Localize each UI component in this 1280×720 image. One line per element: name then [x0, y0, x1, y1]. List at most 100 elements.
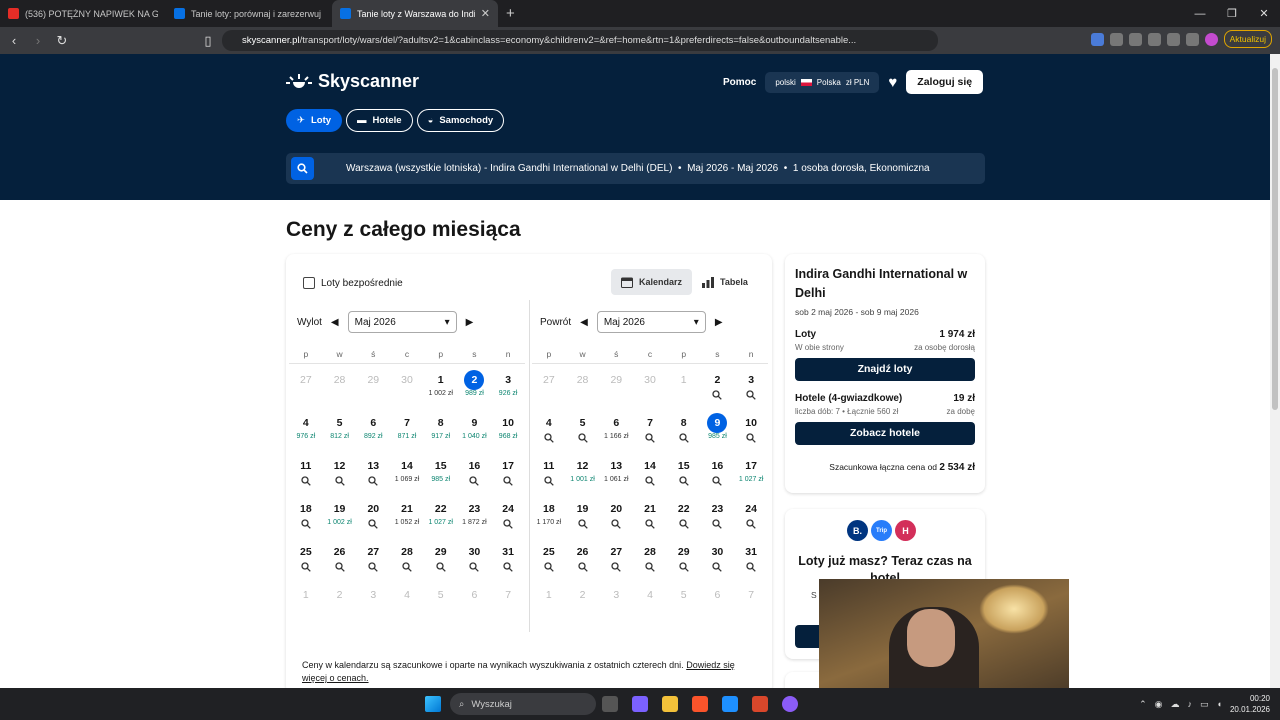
calendar-day[interactable]: 18 [289, 493, 323, 536]
calendar-day[interactable]: 22 [667, 493, 701, 536]
back-icon[interactable]: ‹ [4, 33, 24, 48]
prev-month-icon[interactable]: ◀ [580, 317, 588, 328]
monitor-icon[interactable]: ▭ [1200, 699, 1209, 710]
bookmark-icon[interactable]: ▯ [198, 33, 218, 49]
calendar-day[interactable]: 3 926 zł [491, 364, 525, 407]
table-view-button[interactable]: Tabela [692, 269, 758, 295]
nav-cars[interactable]: ◒ Samochody [416, 109, 505, 132]
calendar-day-selected[interactable]: 9 985 zł [701, 407, 735, 450]
minimize-icon[interactable]: — [1184, 8, 1216, 20]
prev-month-icon[interactable]: ◀ [331, 317, 339, 328]
calendar-day[interactable]: 25 [289, 536, 323, 579]
page-scrollbar[interactable] [1270, 54, 1280, 688]
direct-flights-filter[interactable]: Loty bezpośrednie [303, 277, 403, 289]
calendar-day[interactable]: 23 1 872 zł [458, 493, 492, 536]
calendar-day[interactable]: 20 [599, 493, 633, 536]
locale-selector[interactable]: polski Polska zł PLN [765, 71, 880, 93]
search-button[interactable] [291, 157, 314, 180]
direct-flights-checkbox[interactable] [303, 277, 315, 289]
calendar-view-button[interactable]: Kalendarz [611, 269, 693, 295]
calendar-day[interactable]: 17 [491, 450, 525, 493]
help-link[interactable]: Pomoc [723, 77, 756, 88]
scrollbar-thumb[interactable] [1272, 68, 1278, 410]
task-view-icon[interactable] [602, 696, 618, 712]
new-tab-button[interactable]: + [506, 5, 515, 22]
calendar-day[interactable]: 18 1 170 zł [532, 493, 566, 536]
calendar-day[interactable]: 5 [566, 407, 600, 450]
see-hotels-button[interactable]: Zobacz hotele [795, 422, 975, 445]
puzzle-icon[interactable] [1109, 32, 1123, 46]
file-explorer-icon[interactable] [662, 696, 678, 712]
calendar-day[interactable]: 21 [633, 493, 667, 536]
reload-icon[interactable]: ↻ [52, 33, 72, 49]
sidebar-icon[interactable] [1147, 32, 1161, 46]
next-month-icon[interactable]: ▶ [715, 317, 723, 328]
windows-start-icon[interactable] [425, 696, 441, 712]
calendar-day[interactable]: 4 976 zł [289, 407, 323, 450]
calendar-day[interactable]: 23 [701, 493, 735, 536]
calendar-day[interactable]: 16 [701, 450, 735, 493]
close-window-icon[interactable]: ✕ [1248, 7, 1280, 20]
extension-icon[interactable] [1090, 32, 1104, 46]
wallet-icon[interactable] [1166, 32, 1180, 46]
calendar-day[interactable]: 8 917 zł [424, 407, 458, 450]
browser-tab[interactable]: Tanie loty: porównaj i zarezerwuj bile [166, 0, 332, 27]
calendar-day[interactable]: 4 [532, 407, 566, 450]
calendar-day[interactable]: 3 [734, 364, 768, 407]
microphone-icon[interactable]: ♪ [1188, 699, 1193, 709]
calendar-day[interactable]: 15 [667, 450, 701, 493]
update-button[interactable]: Aktualizuj [1223, 30, 1272, 48]
browser-active-icon[interactable] [752, 696, 768, 712]
profile-icon[interactable] [1204, 32, 1218, 46]
nav-hotels[interactable]: ▬ Hotele [346, 109, 413, 132]
calendar-day[interactable]: 12 [323, 450, 357, 493]
calendar-day[interactable]: 6 1 166 zł [599, 407, 633, 450]
calendar-day[interactable]: 28 [390, 536, 424, 579]
calendar-day[interactable]: 31 [491, 536, 525, 579]
calendar-day[interactable]: 29 [424, 536, 458, 579]
calendar-day[interactable]: 17 1 027 zł [734, 450, 768, 493]
copilot-icon[interactable] [632, 696, 648, 712]
calendar-day[interactable]: 25 [532, 536, 566, 579]
messenger-icon[interactable] [782, 696, 798, 712]
taskbar-search[interactable]: ⌕ Wyszukaj [450, 693, 596, 715]
return-month-select[interactable]: Maj 2026 ▾ [596, 311, 706, 333]
heart-icon[interactable]: ♥ [888, 74, 897, 91]
calendar-day[interactable]: 26 [566, 536, 600, 579]
calendar-day[interactable]: 19 1 002 zł [323, 493, 357, 536]
nav-flights[interactable]: ✈ Loty [286, 109, 343, 132]
forward-icon[interactable]: › [28, 33, 48, 48]
calendar-day[interactable]: 2 [701, 364, 735, 407]
search-summary-bar[interactable]: Warszawa (wszystkie lotniska) - Indira G… [286, 153, 985, 184]
calendar-day[interactable]: 9 1 040 zł [458, 407, 492, 450]
calendar-day[interactable]: 12 1 001 zł [566, 450, 600, 493]
close-tab-icon[interactable]: ✕ [481, 7, 490, 20]
calendar-day[interactable]: 15 985 zł [424, 450, 458, 493]
store-icon[interactable] [722, 696, 738, 712]
calendar-day[interactable]: 8 [667, 407, 701, 450]
outbound-month-select[interactable]: Maj 2026 ▾ [347, 311, 457, 333]
calendar-day[interactable]: 1 1 002 zł [424, 364, 458, 407]
calendar-day[interactable]: 6 892 zł [356, 407, 390, 450]
login-button[interactable]: Zaloguj się [906, 70, 984, 94]
calendar-day[interactable]: 7 [633, 407, 667, 450]
browser-tab[interactable]: (536) POTĘŻNY NAPIWEK NA GLOVO [0, 0, 166, 27]
calendar-day[interactable]: 20 [356, 493, 390, 536]
skyscanner-logo[interactable]: Skyscanner [286, 71, 419, 92]
calendar-day[interactable]: 10 968 zł [491, 407, 525, 450]
calendar-day[interactable]: 14 1 069 zł [390, 450, 424, 493]
calendar-day[interactable]: 19 [566, 493, 600, 536]
calendar-day[interactable]: 30 [458, 536, 492, 579]
calendar-day[interactable]: 24 [491, 493, 525, 536]
next-month-icon[interactable]: ▶ [466, 317, 474, 328]
calendar-day-selected[interactable]: 2 989 zł [458, 364, 492, 407]
calendar-day[interactable]: 27 [599, 536, 633, 579]
browser-tab-active[interactable]: Tanie loty z Warszawa do Indira ✕ [332, 0, 498, 27]
maximize-icon[interactable]: ❐ [1216, 7, 1248, 20]
calendar-day[interactable]: 27 [356, 536, 390, 579]
find-flights-button[interactable]: Znajdź loty [795, 358, 975, 381]
clock[interactable]: 00:20 20.01.2026 [1230, 693, 1270, 715]
calendar-day[interactable]: 22 1 027 zł [424, 493, 458, 536]
calendar-day[interactable]: 30 [701, 536, 735, 579]
calendar-day[interactable]: 11 [532, 450, 566, 493]
